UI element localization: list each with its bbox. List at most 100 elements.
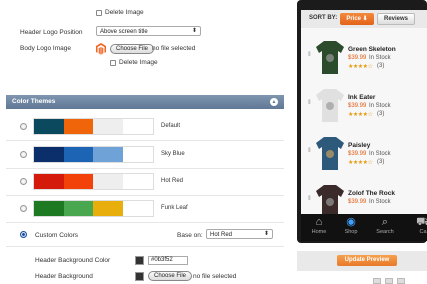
header-logo-position-label: Header Logo Position — [20, 29, 83, 36]
product-title: Paisley — [348, 142, 371, 149]
theme-name: Funk Leaf — [161, 205, 188, 211]
select-arrow-icon: ⬍ — [191, 28, 197, 34]
product-title: Ink Eater — [348, 94, 376, 101]
nav-label: Home — [311, 229, 327, 235]
select-arrow-icon: ⬍ — [263, 231, 269, 237]
header-bg-color-label: Header Background Color — [35, 257, 111, 264]
update-preview-button[interactable]: Update Preview — [337, 255, 397, 266]
color-swatch — [34, 119, 64, 134]
header-bg-color-input[interactable]: #0b3f52 — [148, 256, 188, 265]
nav-tab[interactable]: ⌕ Search — [373, 216, 397, 235]
nav-tab[interactable]: ◉ Shop — [339, 216, 363, 235]
color-themes-header[interactable]: Color Themes — [6, 95, 284, 109]
sort-by-label: SORT BY: — [309, 15, 338, 21]
color-swatch — [122, 119, 153, 134]
base-on-value: Hot Red — [210, 232, 233, 238]
shop-icon: ◉ — [346, 216, 356, 228]
color-swatch — [122, 174, 153, 189]
custom-colors-radio[interactable] — [20, 231, 27, 238]
product-item[interactable]: ⦀ Ink Eater $39.99 In Stock ★★★★☆ (3) — [301, 84, 427, 128]
color-swatch — [63, 119, 93, 134]
divider — [6, 140, 284, 141]
product-image[interactable] — [315, 182, 345, 214]
color-swatch — [34, 201, 64, 216]
divider — [6, 222, 284, 223]
nav-tab[interactable]: ⌂ Home — [307, 216, 331, 235]
nav-tab[interactable]: ⛟ Ca — [411, 216, 427, 235]
drag-handle-icon[interactable]: ⦀ — [308, 196, 311, 203]
product-stock: In Stock — [369, 103, 391, 109]
review-count: (3) — [377, 159, 385, 165]
header-logo-position-select[interactable]: Above screen title ⬍ — [96, 26, 201, 36]
bottom-nav: ⌂ Home ◉ Shop ⌕ Search ⛟ Ca — [301, 214, 427, 241]
product-item[interactable]: ⦀ Zolof The Rock $39.99 In Stock — [301, 180, 427, 214]
nav-label: Ca — [419, 229, 427, 235]
theme-swatch[interactable] — [33, 173, 154, 190]
base-on-select[interactable]: Hot Red ⬍ — [206, 229, 273, 239]
no-file-selected-label: no file selected — [152, 45, 196, 52]
drag-handle-icon[interactable]: ⦀ — [308, 52, 311, 59]
review-count: (3) — [377, 63, 385, 69]
theme-radio[interactable] — [20, 205, 27, 212]
product-stock: In Stock — [369, 151, 391, 157]
theme-name: Default — [161, 123, 181, 129]
product-image[interactable] — [315, 134, 345, 172]
sort-reviews-button[interactable]: Reviews — [377, 13, 415, 25]
theme-name: Sky Blue — [161, 151, 185, 157]
product-title: Green Skeleton — [348, 46, 396, 53]
theme-swatch[interactable] — [33, 200, 154, 217]
header-bg-choose-file-button[interactable]: Choose File — [148, 271, 193, 281]
header-bg-color-chip[interactable] — [135, 256, 144, 265]
header-logo-position-value: Above screen title — [100, 29, 148, 35]
pager-button[interactable] — [397, 278, 405, 284]
home-icon: ⌂ — [315, 216, 323, 228]
color-swatch — [34, 174, 64, 189]
nav-label: Shop — [344, 229, 358, 235]
drag-handle-icon[interactable]: ⦀ — [308, 100, 311, 107]
custom-colors-label: Custom Colors — [35, 232, 78, 239]
body-logo-image-label: Body Logo Image — [20, 45, 71, 52]
color-swatch — [93, 119, 123, 134]
product-item[interactable]: ⦀ Green Skeleton $39.99 In Stock ★★★★☆ (3) — [301, 36, 427, 80]
theme-radio[interactable] — [20, 151, 27, 158]
magento-logo-icon — [96, 43, 106, 55]
product-price: $39.99 — [348, 55, 367, 61]
color-swatch — [63, 147, 93, 162]
header-bg-chip[interactable] — [135, 272, 144, 281]
theme-swatch[interactable] — [33, 118, 154, 135]
product-image[interactable] — [315, 38, 345, 76]
collapse-up-icon[interactable]: ▲ — [270, 98, 278, 106]
color-swatch — [34, 147, 64, 162]
theme-swatch[interactable] — [33, 146, 154, 163]
theme-name: Hot Red — [161, 178, 184, 184]
color-swatch — [63, 174, 93, 189]
delete-image-checkbox[interactable] — [96, 10, 102, 16]
product-item[interactable]: ⦀ Paisley $39.99 In Stock ★★★★☆ (3) — [301, 132, 427, 176]
rating-stars-icon: ★★★★☆ — [348, 160, 373, 166]
color-swatch — [93, 174, 123, 189]
product-title: Zolof The Rock — [348, 190, 395, 197]
product-price: $39.99 — [348, 103, 367, 109]
sort-bar: SORT BY: Price ⬇ Reviews — [301, 10, 427, 28]
search-icon: ⌕ — [381, 216, 389, 228]
delete-body-image-checkbox[interactable] — [110, 60, 116, 66]
rating-stars-icon: ★★★★☆ — [348, 64, 373, 70]
theme-radio[interactable] — [20, 123, 27, 130]
base-on-label: Base on: — [177, 232, 203, 239]
color-swatch — [122, 201, 153, 216]
drag-handle-icon[interactable]: ⦀ — [308, 148, 311, 155]
sort-price-button[interactable]: Price ⬇ — [340, 13, 374, 25]
choose-file-button[interactable]: Choose File — [110, 44, 155, 54]
product-list: ⦀ Green Skeleton $39.99 In Stock ★★★★☆ (3) ⦀ In… — [301, 28, 427, 214]
delete-image-label: Delete Image — [105, 9, 144, 16]
pager-button[interactable] — [373, 278, 381, 284]
theme-radio[interactable] — [20, 178, 27, 185]
color-themes-title: Color Themes — [12, 98, 56, 105]
color-swatch — [93, 147, 123, 162]
delete-body-image-label: Delete Image — [119, 59, 158, 66]
product-stock: In Stock — [369, 55, 391, 61]
divider — [6, 168, 284, 169]
pager-button[interactable] — [385, 278, 393, 284]
product-image[interactable] — [315, 86, 345, 124]
review-count: (3) — [377, 111, 385, 117]
